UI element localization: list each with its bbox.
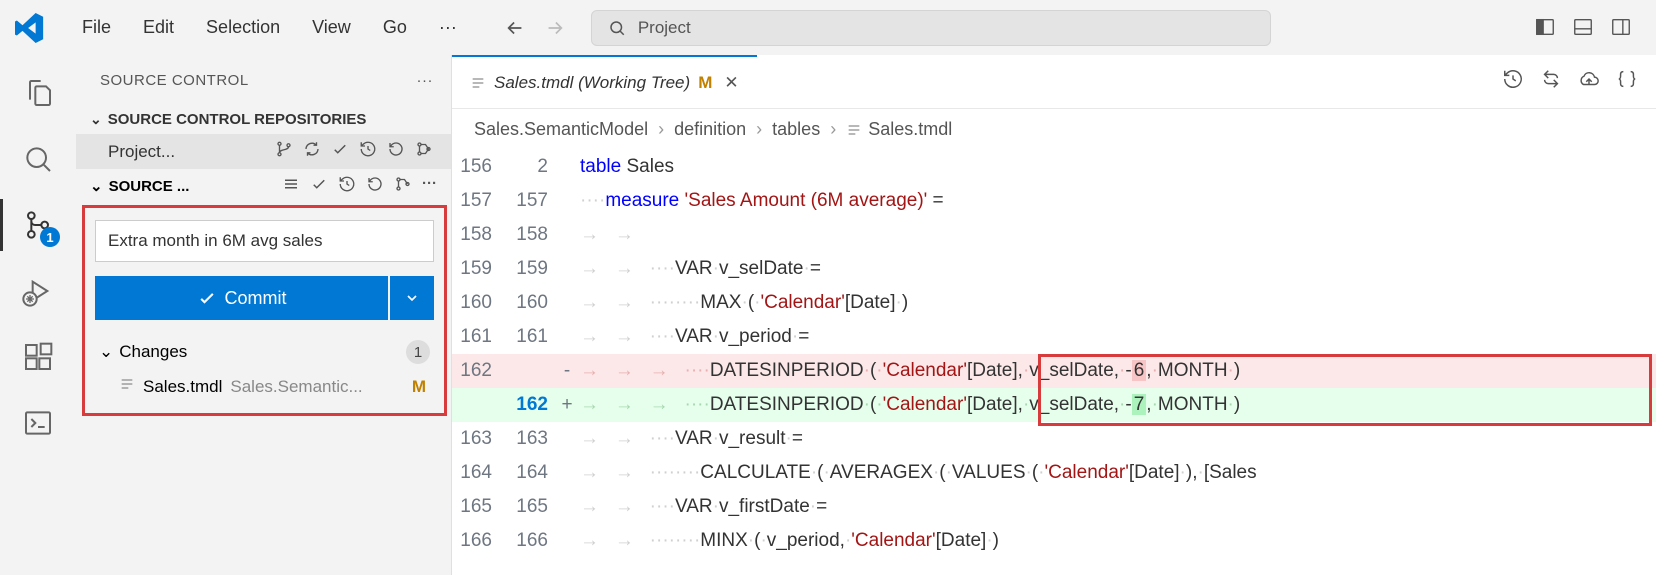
editor-tab-sales[interactable]: Sales.tmdl (Working Tree) M ✕ — [452, 55, 757, 108]
changes-count-badge: 1 — [406, 340, 430, 364]
code-line[interactable]: 158158→ → — [452, 218, 1656, 252]
tab-title: Sales.tmdl (Working Tree) — [494, 73, 690, 93]
menu-edit[interactable]: Edit — [129, 9, 188, 46]
sync-icon[interactable] — [303, 140, 321, 163]
menu-view[interactable]: View — [298, 9, 365, 46]
commit-message-input[interactable] — [95, 220, 434, 262]
view-list-icon[interactable] — [282, 175, 300, 197]
commit-dropdown-button[interactable] — [390, 276, 434, 320]
file-name: Sales.tmdl — [143, 377, 222, 397]
search-icon — [608, 19, 626, 37]
braces-icon[interactable] — [1616, 68, 1638, 95]
code-line[interactable]: 163163→ → ····VAR·v_result·= — [452, 422, 1656, 456]
chevron-right-icon: › — [830, 119, 836, 140]
graph-icon[interactable] — [415, 140, 433, 163]
file-icon — [119, 376, 135, 397]
activity-search-icon[interactable] — [18, 139, 58, 179]
sidebar-more-icon[interactable]: ··· — [417, 72, 434, 89]
layout-secondary-sidebar-icon[interactable] — [1610, 16, 1634, 40]
code-line[interactable]: 161161→ → ····VAR·v_period·= — [452, 320, 1656, 354]
activity-source-control-icon[interactable]: 1 — [18, 205, 58, 245]
menu-selection[interactable]: Selection — [192, 9, 294, 46]
activity-terminal-icon[interactable] — [18, 403, 58, 443]
code-line[interactable]: 166166→ → ········MINX·(·v_period,·'Cale… — [452, 524, 1656, 558]
breadcrumb-item[interactable]: Sales.SemanticModel — [474, 119, 648, 140]
activity-explorer-icon[interactable] — [18, 73, 58, 113]
layout-panel-icon[interactable] — [1572, 16, 1596, 40]
breadcrumb-item[interactable]: definition — [674, 119, 746, 140]
history-icon[interactable] — [359, 140, 377, 163]
code-line[interactable]: 165165→ → ····VAR·v_firstDate·= — [452, 490, 1656, 524]
more-icon[interactable]: ··· — [422, 175, 437, 197]
repo-row[interactable]: Project... — [76, 134, 451, 169]
code-line[interactable]: 159159→ → ····VAR·v_selDate·= — [452, 252, 1656, 286]
code-line[interactable]: 162+→ → → ····DATESINPERIOD·(·'Calendar'… — [452, 388, 1656, 422]
changed-file-row[interactable]: Sales.tmdl Sales.Semantic... M — [95, 370, 434, 403]
breadcrumb-item[interactable]: Sales.tmdl — [846, 119, 952, 140]
menu-file[interactable]: File — [68, 9, 125, 46]
sidebar-title: SOURCE CONTROL — [100, 72, 249, 89]
layout-primary-sidebar-icon[interactable] — [1534, 16, 1558, 40]
cloud-icon[interactable] — [1578, 68, 1600, 95]
compare-icon[interactable] — [1540, 68, 1562, 95]
history-icon[interactable] — [338, 175, 356, 197]
menu-go[interactable]: Go — [369, 9, 421, 46]
commit-highlight-box: Commit ⌄ Changes 1 Sales.tmdl Sales.Sema… — [82, 205, 447, 416]
code-line[interactable]: 160160→ → ········MAX·(·'Calendar'[Date]… — [452, 286, 1656, 320]
activity-extensions-icon[interactable] — [18, 337, 58, 377]
titlebar: File Edit Selection View Go ··· Project — [0, 0, 1656, 55]
editor-area: Sales.tmdl (Working Tree) M ✕ Sales.Sema… — [452, 55, 1656, 575]
breadcrumb-item[interactable]: tables — [772, 119, 820, 140]
command-center-search[interactable]: Project — [591, 10, 1271, 46]
check-icon[interactable] — [331, 140, 349, 163]
refresh-icon[interactable] — [387, 140, 405, 163]
branch-icon[interactable] — [275, 140, 293, 163]
tab-status-modified: M — [698, 73, 712, 93]
source-control-sidebar: SOURCE CONTROL ··· ⌄ SOURCE CONTROL REPO… — [76, 55, 452, 575]
chevron-down-icon: ⌄ — [90, 177, 103, 195]
refresh-icon[interactable] — [366, 175, 384, 197]
chevron-down-icon: ⌄ — [90, 111, 102, 128]
chevron-right-icon: › — [658, 119, 664, 140]
nav-back-icon[interactable] — [499, 12, 531, 44]
activity-debug-icon[interactable] — [18, 271, 58, 311]
activity-bar: 1 — [0, 55, 76, 575]
editor-tabs: Sales.tmdl (Working Tree) M ✕ — [452, 55, 1656, 109]
commit-button[interactable]: Commit — [95, 276, 388, 320]
search-placeholder: Project — [638, 18, 691, 38]
file-path: Sales.Semantic... — [230, 377, 399, 397]
code-line[interactable]: 157157····measure 'Sales Amount (6M aver… — [452, 184, 1656, 218]
breadcrumbs[interactable]: Sales.SemanticModel › definition › table… — [452, 109, 1656, 150]
close-icon[interactable]: ✕ — [724, 73, 738, 93]
diff-editor[interactable]: 1562table Sales157157····measure 'Sales … — [452, 150, 1656, 575]
changes-header[interactable]: ⌄ Changes 1 — [95, 334, 434, 370]
menu-more-icon[interactable]: ··· — [425, 9, 471, 46]
code-line[interactable]: 164164→ → ········CALCULATE·(·AVERAGEX·(… — [452, 456, 1656, 490]
vscode-logo-icon — [12, 10, 48, 46]
graph-icon[interactable] — [394, 175, 412, 197]
repo-name: Project... — [108, 142, 175, 162]
repos-section-header[interactable]: ⌄ SOURCE CONTROL REPOSITORIES — [76, 105, 451, 134]
nav-forward-icon[interactable] — [539, 12, 571, 44]
code-line[interactable]: 162-→ → → ····DATESINPERIOD·(·'Calendar'… — [452, 354, 1656, 388]
chevron-right-icon: › — [756, 119, 762, 140]
code-line[interactable]: 1562table Sales — [452, 150, 1656, 184]
scm-section-header[interactable]: ⌄ SOURCE ... ··· — [76, 169, 451, 203]
history-icon[interactable] — [1502, 68, 1524, 95]
check-icon[interactable] — [310, 175, 328, 197]
scm-badge: 1 — [40, 227, 60, 247]
chevron-down-icon: ⌄ — [99, 342, 113, 362]
file-icon — [470, 75, 486, 91]
file-icon — [846, 122, 862, 138]
file-status-modified: M — [408, 377, 430, 397]
